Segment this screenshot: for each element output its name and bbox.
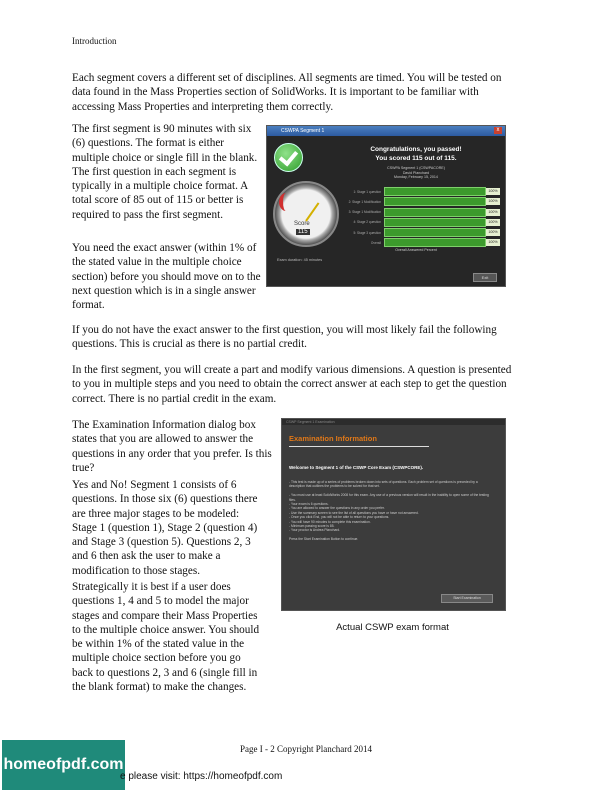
bar-label: 3: Stage 1 Modification bbox=[348, 210, 381, 215]
strategy-paragraph: Strategically it is best if a user does … bbox=[72, 581, 260, 694]
bar-label: 1: Stage 1 question bbox=[353, 189, 381, 194]
results-titlebar: CSWPA Segment 1 x bbox=[267, 126, 505, 136]
bar-percent: 100% bbox=[486, 218, 500, 226]
stages-paragraph: Yes and No! Segment 1 consists of 6 ques… bbox=[72, 479, 258, 577]
exam-rules-text: - This test is made up of a series of pr… bbox=[289, 480, 489, 542]
result-bar: 3: Stage 1 Modification 100% bbox=[341, 207, 501, 217]
gauge-red-zone bbox=[279, 193, 293, 211]
heading-divider bbox=[289, 446, 429, 447]
bars-footnote: Overall Answered Percent bbox=[395, 248, 437, 252]
result-bar: 1: Stage 1 question 100% bbox=[341, 187, 501, 196]
bar-percent: 100% bbox=[486, 188, 500, 195]
result-bar: Overall 100% bbox=[341, 238, 501, 248]
result-bar: 4: Stage 2 question 100% bbox=[341, 217, 501, 227]
close-icon[interactable]: x bbox=[494, 127, 502, 134]
bar-percent: 100% bbox=[486, 229, 500, 237]
bar-fill bbox=[384, 217, 486, 227]
bar-percent: 100% bbox=[486, 208, 500, 216]
bar-label: Overall bbox=[370, 240, 381, 245]
bar-label: 5: Stage 3 question bbox=[353, 230, 381, 235]
exam-details: CSWPA Segment 1 (CSWPACORE) David Planch… bbox=[387, 166, 445, 179]
results-screenshot: CSWPA Segment 1 x Congratulations, you p… bbox=[266, 125, 506, 287]
bar-percent: 100% bbox=[486, 239, 500, 247]
results-bars: 1: Stage 1 question 100% 2: Stage 1 Modif… bbox=[341, 187, 501, 250]
running-header: Introduction bbox=[72, 36, 117, 46]
partial-credit-paragraph: If you do not have the exact answer to t… bbox=[72, 324, 497, 351]
gauge-needle bbox=[305, 202, 320, 222]
results-title: CSWPA Segment 1 bbox=[281, 128, 325, 134]
dialog-question-paragraph: The Examination Information dialog box s… bbox=[72, 419, 272, 474]
result-bar: 5: Stage 3 question 100% bbox=[341, 228, 501, 238]
bar-percent: 100% bbox=[486, 198, 500, 206]
visit-link[interactable]: e please visit: https://homeofpdf.com bbox=[120, 771, 282, 782]
start-examination-button[interactable]: Start Examination bbox=[441, 594, 493, 603]
bar-label: 2: Stage 1 Modification bbox=[348, 199, 381, 204]
exam-info-heading: Examination Information bbox=[289, 434, 377, 443]
site-logo[interactable]: homeofpdf.com bbox=[2, 740, 125, 790]
exam-info-screenshot: CSWP Segment 1 Examination Examination I… bbox=[281, 418, 506, 611]
exam-duration: Exam duration: 45 minutes bbox=[277, 258, 323, 262]
figure-caption: Actual CSWP exam format bbox=[336, 622, 449, 633]
first-segment-paragraph: In the first segment, you will create a … bbox=[72, 364, 512, 405]
checkmark-icon bbox=[274, 143, 303, 172]
score-text: You scored 115 out of 115. bbox=[375, 155, 457, 162]
bar-fill bbox=[384, 197, 486, 207]
intro-paragraph: Each segment covers a different set of d… bbox=[72, 72, 502, 113]
bar-fill bbox=[384, 228, 486, 238]
bar-label: 4: Stage 2 question bbox=[353, 220, 381, 225]
welcome-text: Welcome to Segment 1 of the CSWP Core Ex… bbox=[289, 465, 424, 470]
exit-button[interactable]: Exit bbox=[473, 273, 497, 282]
gauge-value: 115 bbox=[296, 229, 310, 235]
gauge-label: Score bbox=[294, 221, 310, 227]
segment-paragraph: The first segment is 90 minutes with six… bbox=[72, 123, 258, 221]
score-gauge: Score 115 bbox=[273, 181, 339, 247]
bar-fill bbox=[384, 207, 486, 217]
bar-fill bbox=[384, 238, 486, 248]
congrats-text: Congratulations, you passed! bbox=[370, 146, 462, 153]
bar-fill bbox=[384, 187, 486, 196]
exam-info-titlebar: CSWP Segment 1 Examination bbox=[282, 419, 505, 425]
result-bar: 2: Stage 1 Modification 100% bbox=[341, 197, 501, 207]
exact-answer-paragraph: You need the exact answer (within 1% of … bbox=[72, 242, 261, 312]
